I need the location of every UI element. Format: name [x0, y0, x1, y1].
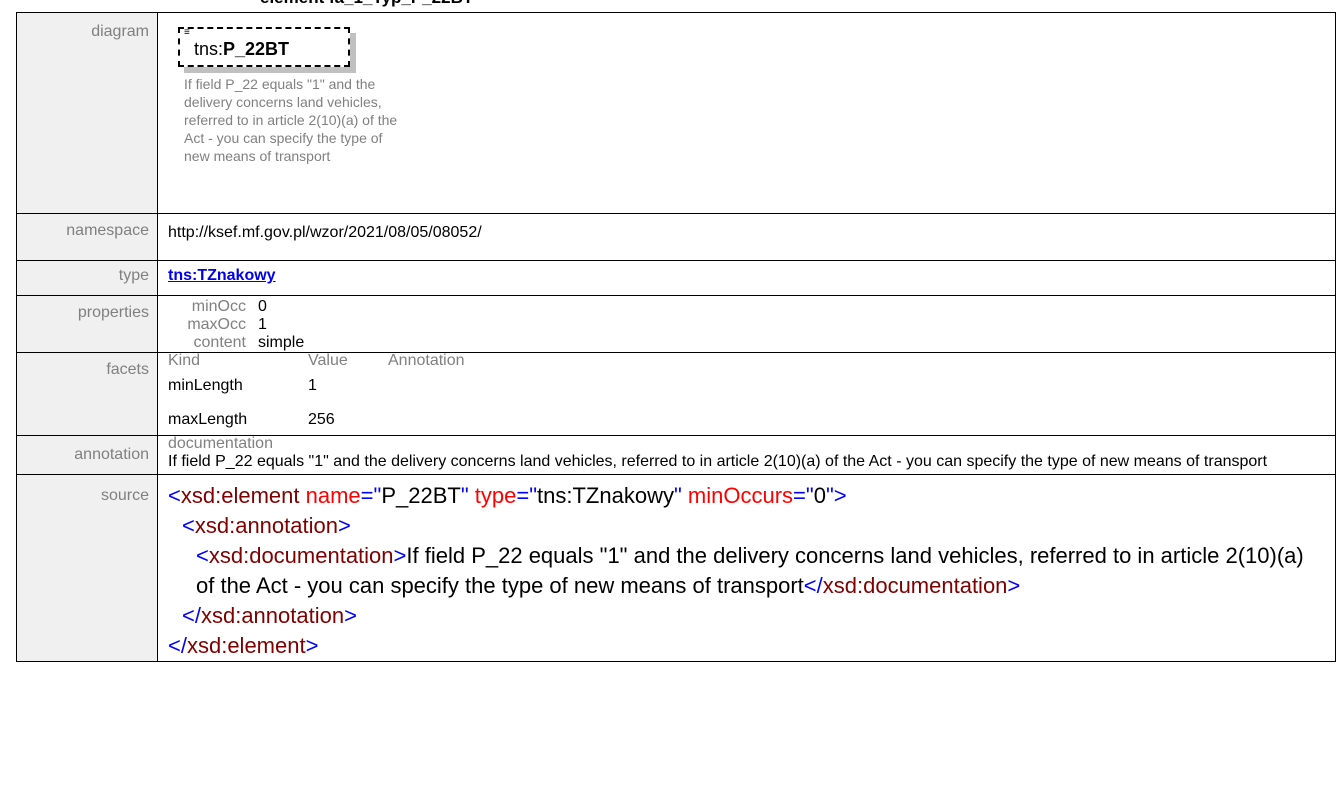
- diagram-documentation: If field P_22 equals "1" and the deliver…: [184, 76, 398, 164]
- row-label-diagram: diagram: [16, 12, 158, 214]
- row-source: source <xsd:element name="P_22BT" type="…: [16, 474, 1336, 662]
- row-annotation: annotation documentation If field P_22 e…: [16, 435, 1336, 475]
- prop-key: content: [193, 334, 246, 351]
- element-node[interactable]: ≡ tns:P_22BT: [178, 27, 350, 67]
- row-label-properties: properties: [16, 295, 158, 353]
- prop-value: 0: [258, 298, 267, 315]
- source-line: <xsd:annotation>: [182, 513, 351, 538]
- element-name: P_22BT: [223, 39, 290, 59]
- facet-col-kind: Kind: [168, 352, 201, 369]
- facet-annotation: [388, 411, 588, 429]
- row-label-namespace: namespace: [16, 213, 158, 261]
- facet-col-value: Value: [308, 352, 348, 369]
- properties-list: minOcc 0 maxOcc 1 content simple: [168, 298, 1325, 352]
- facet-kind: maxLength: [168, 411, 248, 428]
- element-diagram: ≡ tns:P_22BT If field P_22 equals "1" an…: [168, 19, 1325, 207]
- page-heading-cut: element fa_1_Typ_P_22BT: [260, 0, 473, 8]
- facet-kind: minLength: [168, 377, 243, 394]
- prop-key: minOcc: [191, 298, 246, 315]
- source-line: </xsd:annotation>: [182, 603, 357, 628]
- prop-value: simple: [258, 334, 305, 351]
- row-facets: facets Kind Value Annotation minLength 1…: [16, 352, 1336, 436]
- annotation-heading: documentation: [168, 435, 273, 452]
- source-code: <xsd:element name="P_22BT" type="tns:TZn…: [168, 481, 1325, 661]
- facet-row: minLength 1: [168, 377, 1325, 395]
- prop-key: maxOcc: [187, 316, 246, 333]
- annotation-text: If field P_22 equals "1" and the deliver…: [168, 453, 1268, 470]
- element-doc-table: diagram ≡ tns:P_22BT If field P_22 equal…: [16, 12, 1336, 662]
- row-label-source: source: [16, 474, 158, 662]
- facet-row: maxLength 256: [168, 411, 1325, 429]
- facet-value: 256: [308, 411, 335, 428]
- row-diagram: diagram ≡ tns:P_22BT If field P_22 equal…: [16, 12, 1336, 214]
- row-type: type tns:TZnakowy: [16, 260, 1336, 296]
- source-line: <xsd:element name="P_22BT" type="tns:TZn…: [168, 483, 847, 508]
- element-prefix: tns:: [194, 39, 224, 59]
- row-namespace: namespace http://ksef.mf.gov.pl/wzor/202…: [16, 213, 1336, 261]
- namespace-value: http://ksef.mf.gov.pl/wzor/2021/08/05/08…: [157, 213, 1336, 261]
- source-line: </xsd:element>: [168, 633, 319, 658]
- row-label-annotation: annotation: [16, 435, 158, 475]
- facet-col-annotation: Annotation: [388, 352, 465, 369]
- prop-value: 1: [258, 316, 267, 333]
- type-link[interactable]: tns:TZnakowy: [168, 267, 276, 284]
- row-properties: properties minOcc 0 maxOcc 1 content sim…: [16, 295, 1336, 353]
- source-line: <xsd:documentation>If field P_22 equals …: [196, 543, 1304, 598]
- facets-header: Kind Value Annotation: [168, 353, 1325, 369]
- row-label-type: type: [16, 260, 158, 296]
- sequence-icon: ≡: [184, 27, 190, 38]
- facet-annotation: [388, 377, 588, 395]
- row-label-facets: facets: [16, 352, 158, 436]
- facet-value: 1: [308, 377, 317, 394]
